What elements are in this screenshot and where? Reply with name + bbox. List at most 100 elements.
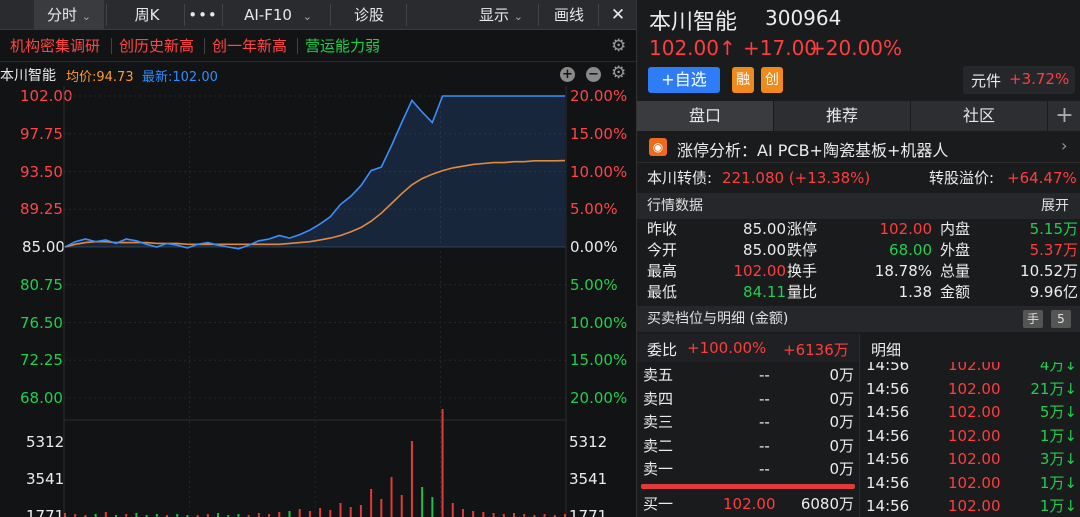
quote-key: 内盘 [940,220,971,238]
quote-key: 外盘 [940,241,971,259]
add-watchlist-button[interactable]: +自选 [648,67,720,93]
tab-community[interactable]: 社区 [911,101,1048,131]
quote-key: 换手 [787,262,818,280]
quote-key: 最高 [647,262,678,280]
volume-bar [380,499,383,517]
ask-price: -- [759,436,770,455]
price-change-pct: +20.00% [809,36,903,60]
ask-price: -- [759,413,770,431]
bond-value: 221.080 (+13.38%) [722,169,871,187]
trade-price: 102.00 [948,403,1001,421]
bid-level-label: 买一 [643,495,674,513]
buy-sell-ratio-bar [641,484,855,489]
volume-tick: 3541 [26,470,65,488]
quote-section-title: 行情数据 [647,198,703,214]
trade-volume: 5万↓ [1039,403,1077,421]
quote-value: 5.15万 [1029,220,1078,238]
ask-volume: 0万 [829,389,854,408]
volume-bar [370,489,373,517]
ask-level-label: 卖四 [643,389,674,408]
volume-bar [441,409,444,517]
ask-volume: 0万 [829,460,854,478]
quote-key: 总量 [940,262,971,280]
volume-bar [482,512,485,517]
volume-bar [431,497,434,517]
volume-bar [308,511,311,517]
trade-time: 14:56 [866,362,910,374]
chart-panel: 分时 ⌄ 周K ••• AI-F10 ⌄ 诊股 显示 ⌄ 画线 ✕ 机构密集调研… [0,0,636,517]
bid-volume: 6080万 [800,495,854,513]
trade-price: 102.00 [948,450,1001,468]
margin-badge[interactable]: 融 [732,67,754,93]
stock-code: 300964 [765,6,842,30]
level-toggle[interactable]: 5 [1051,310,1071,328]
trade-volume: 21万↓ [1030,379,1077,398]
bid-price: 102.00 [723,495,776,513]
ask-level-label: 卖五 [643,366,674,384]
trade-time: 14:56 [866,426,910,445]
volume-bar [135,513,138,517]
ask-price: -- [759,389,770,408]
fire-icon: ◉ [649,138,667,156]
volume-bar [64,513,66,517]
bond-label: 本川转债: [647,169,713,187]
quote-key: 涨停 [787,220,818,238]
trade-volume: 3万↓ [1039,450,1077,468]
volume-bar [339,503,342,517]
premium-value: +64.47% [1007,169,1077,187]
quote-section-header: 行情数据 展开 [637,193,1080,219]
volume-bar [257,513,260,517]
trade-price: 102.00 [948,473,1001,492]
ask-level-label: 卖二 [643,436,674,455]
limit-up-analysis-text: 涨停分析：AI PCB+陶瓷基板+机器人 [677,141,949,160]
premium-label: 转股溢价: [929,169,995,187]
volume-bar [451,503,454,517]
ask-level-label: 卖三 [643,413,674,431]
quote-value: 5.37万 [1029,241,1078,259]
quote-key: 今开 [647,241,678,259]
weibi-pct: +100.00% [687,339,767,357]
trade-time: 14:56 [866,379,910,398]
tab-handicap[interactable]: 盘口 [637,101,774,131]
volume-bar [329,510,332,517]
quote-value: 68.00 [889,241,932,259]
trade-volume: 1万↓ [1039,497,1077,515]
volume-bar [104,512,107,517]
expand-button[interactable]: 展开 [1041,193,1069,219]
volume-tick: 5312 [569,433,608,451]
trade-time: 14:56 [866,403,910,421]
add-tab-button[interactable]: + [1048,101,1080,131]
order-section-title: 买卖档位与明细 (金额) [647,311,789,327]
volume-bar [472,511,475,517]
limit-up-analysis[interactable]: ◉ 涨停分析：AI PCB+陶瓷基板+机器人 › [637,132,1080,162]
volume-tick: 1771 [26,507,65,517]
quote-key: 金额 [940,283,971,301]
quote-value: 84.11 [743,283,786,301]
trade-volume: 1万↓ [1039,473,1077,492]
ask-level-label: 卖一 [643,460,674,478]
volume-bar [390,477,393,517]
trade-time: 14:56 [866,497,910,515]
volume-bar [421,487,424,517]
volume-bar [319,508,322,517]
hand-unit-toggle[interactable]: 手 [1023,310,1043,328]
trade-price: 102.00 [948,497,1001,515]
volume-bar [410,441,413,517]
trade-volume: 1万↓ [1039,426,1077,445]
volume-bar [298,509,301,517]
ask-volume: 0万 [829,413,854,431]
volume-bar [217,513,220,517]
price-change: +17.00 [743,36,818,60]
quote-value: 1.38 [898,283,932,301]
ask-price: -- [759,460,770,478]
gem-badge[interactable]: 创 [761,67,783,93]
quote-value: 85.00 [743,220,786,238]
sector-name: 元件 [971,72,1002,90]
trade-price: 102.00 [948,379,1001,398]
volume-tick: 5312 [26,433,65,451]
trade-detail-list[interactable]: 14:56 102.00 4万↓ 14:56 102.00 21万↓ 14:56 102.00… [860,362,1080,517]
tab-recommend[interactable]: 推荐 [774,101,911,131]
volume-bar [359,505,362,517]
volume-bar [512,513,515,517]
sector-chip[interactable]: 元件 +3.72% [963,66,1075,94]
